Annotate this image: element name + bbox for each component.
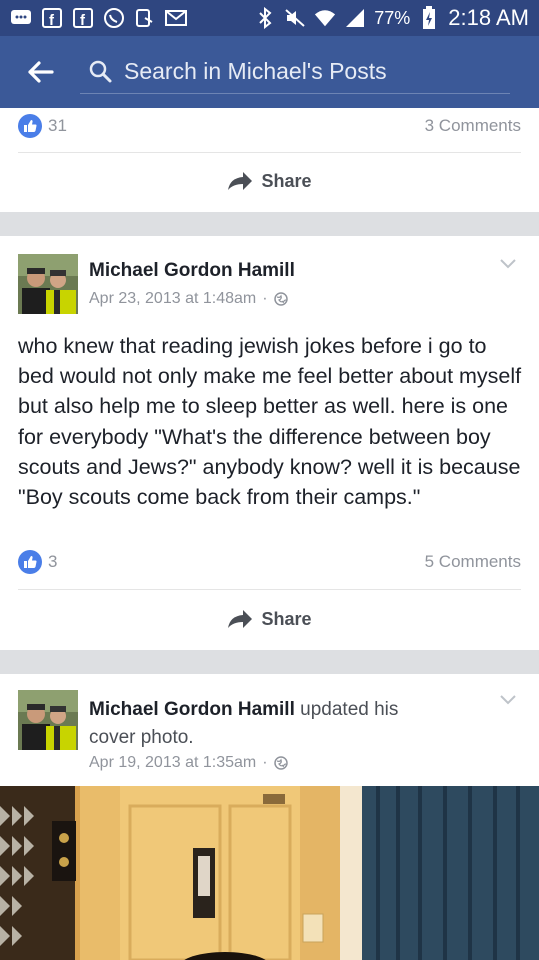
signal-icon — [344, 8, 366, 28]
clock: 2:18 AM — [448, 5, 529, 30]
globe-icon — [273, 756, 288, 770]
search-placeholder: Search in Michael's Posts — [124, 58, 387, 84]
chevron-down-icon[interactable] — [499, 258, 517, 270]
divider — [18, 589, 521, 590]
globe-icon — [273, 292, 288, 306]
gmail-icon — [165, 8, 187, 28]
battery-percent: 77% — [374, 7, 411, 28]
post-author: Michael Gordon Hamill updated his cover … — [89, 696, 449, 752]
like-count[interactable]: 3 — [18, 550, 57, 574]
facebook-icon: f — [72, 8, 94, 28]
post-timestamp[interactable]: Apr 19, 2013 at 1:35am · — [89, 754, 288, 772]
avatar[interactable] — [18, 254, 78, 314]
share-button[interactable]: Share — [0, 591, 539, 647]
author-name[interactable]: Michael Gordon Hamill — [89, 699, 295, 720]
share-icon — [228, 610, 253, 628]
timestamp-text: Apr 23, 2013 at 1:48am — [89, 290, 257, 307]
reaction-row: 3 5 Comments — [18, 550, 521, 574]
share-label: Share — [261, 170, 312, 191]
mute-icon — [284, 8, 306, 28]
wifi-icon — [314, 8, 336, 28]
back-arrow-icon — [28, 61, 54, 83]
post-timestamp[interactable]: Apr 23, 2013 at 1:48am · — [89, 290, 288, 308]
search-input[interactable]: Search in Michael's Posts — [80, 50, 510, 94]
like-icon — [18, 114, 42, 138]
author-name[interactable]: Michael Gordon Hamill — [89, 260, 295, 281]
phone-icon — [134, 8, 156, 28]
like-count-text: 3 — [48, 552, 58, 571]
status-bar: f f 77% 2:18 AM — [0, 0, 539, 36]
bluetooth-icon — [254, 7, 276, 29]
reaction-row: 31 3 Comments — [18, 114, 521, 138]
cover-photo[interactable] — [0, 786, 539, 960]
facebook-icon: f — [41, 8, 63, 28]
share-icon — [228, 172, 253, 190]
like-count[interactable]: 31 — [18, 114, 67, 138]
comments-link[interactable]: 5 Comments — [425, 552, 521, 572]
timestamp-text: Apr 19, 2013 at 1:35am — [89, 754, 257, 771]
back-button[interactable] — [0, 36, 80, 108]
like-count-text: 31 — [48, 116, 67, 135]
like-icon — [18, 550, 42, 574]
comments-link[interactable]: 3 Comments — [425, 116, 521, 136]
avatar[interactable] — [18, 690, 78, 750]
search-header: Search in Michael's Posts — [0, 36, 539, 108]
post-card: 31 3 Comments Share — [0, 108, 539, 212]
share-label: Share — [261, 608, 312, 629]
post-author[interactable]: Michael Gordon Hamill — [89, 260, 295, 282]
battery-charging-icon — [418, 6, 440, 29]
post-text: who knew that reading jewish jokes befor… — [18, 334, 522, 510]
search-icon — [89, 60, 112, 82]
svg-text:f: f — [49, 12, 55, 28]
share-button[interactable]: Share — [0, 153, 539, 209]
separator: · — [262, 754, 268, 771]
chevron-down-icon[interactable] — [499, 694, 517, 706]
whatsapp-icon — [103, 8, 125, 28]
svg-text:f: f — [80, 12, 86, 28]
message-icon — [10, 8, 32, 28]
post-card: Michael Gordon Hamill Apr 23, 2013 at 1:… — [0, 236, 539, 650]
separator: · — [262, 290, 268, 307]
